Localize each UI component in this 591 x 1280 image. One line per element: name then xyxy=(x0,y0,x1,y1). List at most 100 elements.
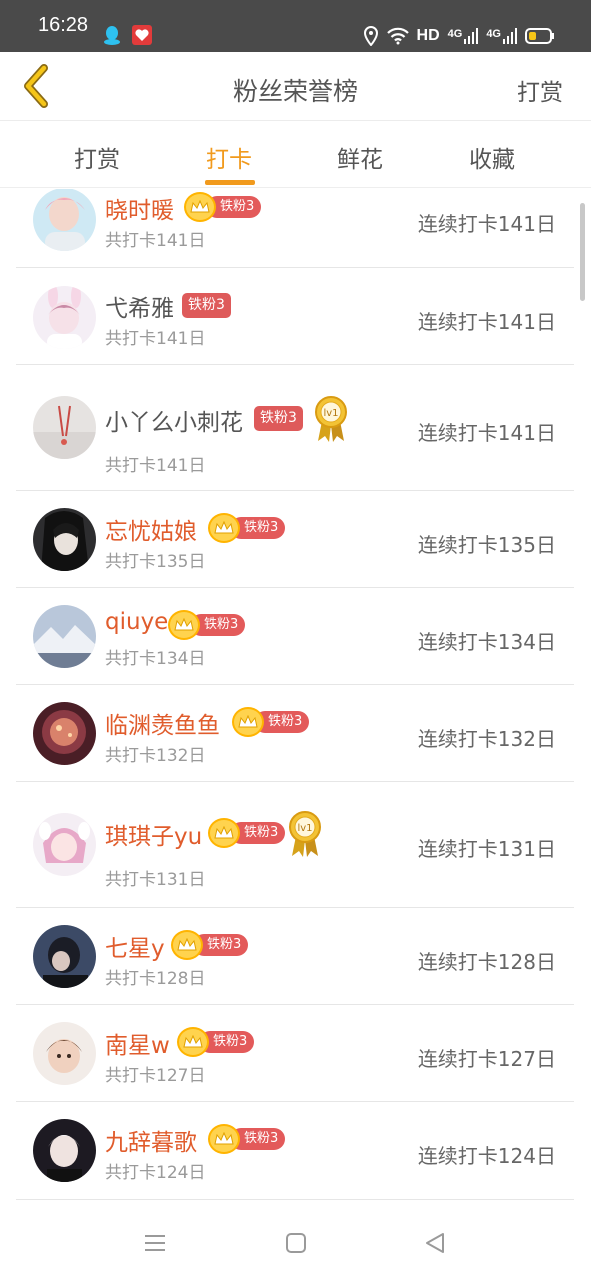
signal-2-label: 4G xyxy=(486,28,501,40)
crown-icon xyxy=(171,930,203,960)
tab-reward[interactable]: 打赏 xyxy=(74,140,120,174)
total-checkin: 共打卡141日 xyxy=(105,456,206,476)
svg-text:lv1: lv1 xyxy=(323,408,338,419)
avatar[interactable] xyxy=(33,396,96,459)
list-item[interactable]: 晓时暖 铁粉3 共打卡141日 连续打卡141日 xyxy=(16,189,574,268)
app-heart-icon xyxy=(132,25,152,45)
total-checkin: 共打卡128日 xyxy=(105,969,206,989)
crown-icon xyxy=(184,192,216,222)
signal-icon-2: 4G xyxy=(486,28,517,44)
fan-badge: 铁粉3 xyxy=(171,930,249,960)
user-name[interactable]: 晓时暖 xyxy=(105,191,174,225)
user-name[interactable]: qiuye xyxy=(105,609,168,635)
active-tab-indicator xyxy=(205,180,255,185)
total-checkin: 共打卡141日 xyxy=(105,231,206,251)
status-right-group: HD 4G 4G xyxy=(363,24,555,48)
list-item[interactable]: 九辞暮歌 铁粉3 共打卡124日 连续打卡124日 xyxy=(16,1102,574,1200)
total-checkin: 共打卡127日 xyxy=(105,1066,206,1086)
qq-icon xyxy=(103,25,121,45)
tab-flowers[interactable]: 鲜花 xyxy=(337,140,383,174)
crown-icon xyxy=(208,513,240,543)
avatar[interactable] xyxy=(33,1119,96,1182)
fan-level-label: 铁粉3 xyxy=(182,292,231,318)
fan-badge: 铁粉3 xyxy=(254,403,303,433)
scrollbar[interactable] xyxy=(580,203,585,301)
signal-icon: 4G xyxy=(448,28,479,44)
tab-favorites[interactable]: 收藏 xyxy=(469,140,515,174)
streak-label: 连续打卡128日 xyxy=(417,950,556,974)
user-name[interactable]: 弋希雅 xyxy=(105,289,174,323)
menu-icon[interactable] xyxy=(142,1230,168,1256)
list-item[interactable]: 七星y 铁粉3 共打卡128日 连续打卡128日 xyxy=(16,908,574,1005)
crown-icon xyxy=(208,818,240,848)
fan-badge: 铁粉3 xyxy=(184,192,262,222)
user-name[interactable]: 七星y xyxy=(105,929,165,963)
fan-badge: 铁粉3 xyxy=(168,610,246,640)
fan-badge: 铁粉3 xyxy=(208,818,286,848)
status-bar: 16:28 HD 4G 4G xyxy=(0,0,591,52)
streak-label: 连续打卡131日 xyxy=(417,837,556,861)
user-name[interactable]: 南星w xyxy=(105,1026,170,1060)
back-triangle-icon[interactable] xyxy=(422,1230,448,1256)
avatar[interactable] xyxy=(33,605,96,668)
streak-label: 连续打卡135日 xyxy=(417,533,556,557)
lv1-medal-icon: lv1 xyxy=(286,810,324,858)
fan-badge: 铁粉3 xyxy=(232,707,310,737)
list-item[interactable]: 忘忧姑娘 铁粉3 共打卡135日 连续打卡135日 xyxy=(16,491,574,588)
list-item[interactable]: qiuye 铁粉3 共打卡134日 连续打卡134日 xyxy=(16,588,574,685)
tab-checkin[interactable]: 打卡 xyxy=(206,140,252,174)
crown-icon xyxy=(232,707,264,737)
total-checkin: 共打卡135日 xyxy=(105,552,206,572)
avatar[interactable] xyxy=(33,925,96,988)
total-checkin: 共打卡124日 xyxy=(105,1163,206,1183)
user-name[interactable]: 临渊羡鱼鱼 xyxy=(105,706,220,740)
streak-label: 连续打卡124日 xyxy=(417,1144,556,1168)
list-item[interactable]: 弋希雅 铁粉3 共打卡141日 连续打卡141日 xyxy=(16,268,574,365)
fan-badge: 铁粉3 xyxy=(208,1124,286,1154)
user-name[interactable]: 小丫么小刺花 xyxy=(105,403,243,437)
system-nav-bar xyxy=(0,1200,591,1280)
total-checkin: 共打卡134日 xyxy=(105,649,206,669)
fan-badge: 铁粉3 xyxy=(177,1027,255,1057)
list-item[interactable]: 南星w 铁粉3 共打卡127日 连续打卡127日 xyxy=(16,1005,574,1102)
network-label: HD xyxy=(416,27,440,44)
list-item[interactable]: 琪琪子yu 铁粉3 lv1 共打卡131日 连续打卡131日 xyxy=(16,782,574,908)
list-item[interactable]: 小丫么小刺花 铁粉3 lv1 共打卡141日 连续打卡141日 xyxy=(16,365,574,491)
fan-ranking-list[interactable]: 晓时暖 铁粉3 共打卡141日 连续打卡141日 弋希雅 铁粉3 共打卡141日… xyxy=(0,189,591,1200)
avatar[interactable] xyxy=(33,1022,96,1085)
avatar[interactable] xyxy=(33,702,96,765)
status-time: 16:28 xyxy=(38,14,89,36)
location-icon xyxy=(363,26,379,46)
list-item[interactable]: 临渊羡鱼鱼 铁粉3 共打卡132日 连续打卡132日 xyxy=(16,685,574,782)
fan-badge: 铁粉3 xyxy=(208,513,286,543)
avatar[interactable] xyxy=(33,813,96,876)
fan-level-label: 铁粉3 xyxy=(254,405,303,431)
crown-icon xyxy=(168,610,200,640)
lv1-medal-icon: lv1 xyxy=(312,395,350,443)
total-checkin: 共打卡132日 xyxy=(105,746,206,766)
total-checkin: 共打卡141日 xyxy=(105,329,206,349)
streak-label: 连续打卡141日 xyxy=(417,421,556,445)
avatar[interactable] xyxy=(33,189,96,251)
app-header: 粉丝荣誉榜 打赏 xyxy=(0,52,591,121)
total-checkin: 共打卡131日 xyxy=(105,870,206,890)
avatar[interactable] xyxy=(33,286,96,349)
battery-icon xyxy=(525,27,555,45)
wifi-icon xyxy=(386,27,409,45)
signal-1-label: 4G xyxy=(447,28,463,40)
streak-label: 连续打卡134日 xyxy=(417,630,556,654)
fan-badge: 铁粉3 xyxy=(182,290,231,320)
crown-icon xyxy=(177,1027,209,1057)
user-name[interactable]: 忘忧姑娘 xyxy=(105,512,197,546)
streak-label: 连续打卡127日 xyxy=(417,1047,556,1071)
reward-header-button[interactable]: 打赏 xyxy=(517,73,563,107)
streak-label: 连续打卡132日 xyxy=(417,727,556,751)
home-square-icon[interactable] xyxy=(283,1230,309,1256)
streak-label: 连续打卡141日 xyxy=(417,212,556,236)
streak-label: 连续打卡141日 xyxy=(417,310,556,334)
user-name[interactable]: 九辞暮歌 xyxy=(105,1123,197,1157)
user-name[interactable]: 琪琪子yu xyxy=(105,817,202,851)
avatar[interactable] xyxy=(33,508,96,571)
tab-bar: 打赏 打卡 鲜花 收藏 xyxy=(0,122,591,188)
crown-icon xyxy=(208,1124,240,1154)
